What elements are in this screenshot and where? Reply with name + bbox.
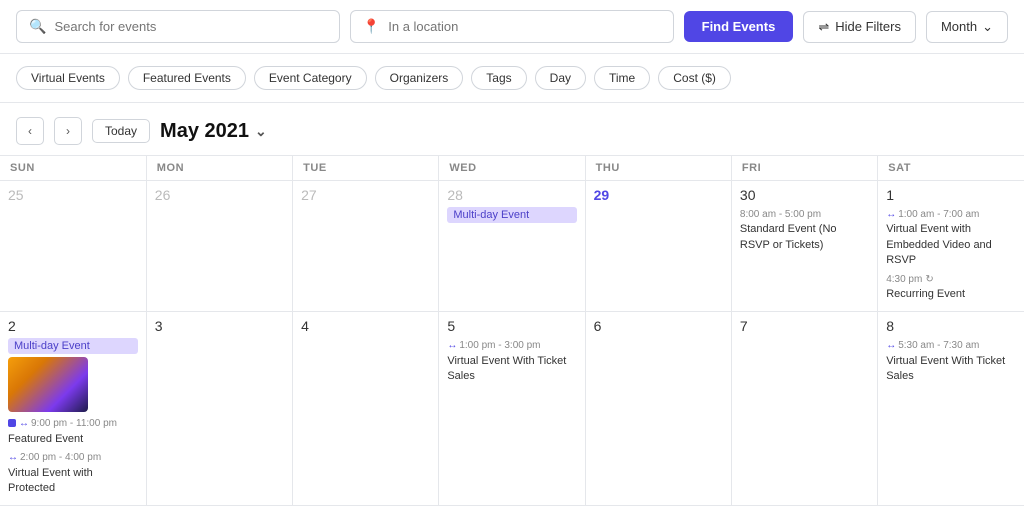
filter-tag-virtual-events[interactable]: Virtual Events xyxy=(16,66,120,90)
virtual-event[interactable]: ↔1:00 pm - 3:00 pmVirtual Event With Tic… xyxy=(447,338,576,384)
location-input[interactable] xyxy=(388,19,660,34)
calendar-cell[interactable]: 5 ↔1:00 pm - 3:00 pmVirtual Event With Ti… xyxy=(439,312,585,506)
filter-tag-organizers[interactable]: Organizers xyxy=(375,66,464,90)
day-number: 26 xyxy=(155,187,284,203)
day-header-sat: SAT xyxy=(878,156,1024,181)
day-number: 8 xyxy=(886,318,1016,334)
day-number: 30 xyxy=(740,187,869,203)
day-number: 27 xyxy=(301,187,430,203)
search-input[interactable] xyxy=(54,19,326,34)
filter-tag-day[interactable]: Day xyxy=(535,66,586,90)
calendar-cell[interactable]: 3 xyxy=(146,312,292,506)
location-icon: 📍 xyxy=(363,18,380,35)
search-box[interactable]: 🔍 xyxy=(16,10,340,43)
calendar-cell[interactable]: 1 ↔1:00 am - 7:00 amVirtual Event with Em… xyxy=(878,181,1024,312)
calendar-cell[interactable]: 8 ↔5:30 am - 7:30 amVirtual Event With Ti… xyxy=(878,312,1024,506)
calendar-week-1: 2 Multi-day Event ↔9:00 pm - 11:00 pmFeatu… xyxy=(0,312,1024,506)
month-title[interactable]: May 2021 ⌄ xyxy=(160,120,267,143)
day-number: 5 xyxy=(447,318,576,334)
search-icon: 🔍 xyxy=(29,18,46,35)
event-thumbnail xyxy=(8,357,88,412)
location-box[interactable]: 📍 xyxy=(350,10,674,43)
filter-tag-time[interactable]: Time xyxy=(594,66,650,90)
today-button[interactable]: Today xyxy=(92,119,150,143)
day-number: 7 xyxy=(740,318,869,334)
find-events-button[interactable]: Find Events xyxy=(684,11,794,42)
filter-tag-featured-events[interactable]: Featured Events xyxy=(128,66,246,90)
day-number: 28 xyxy=(447,187,576,203)
day-number: 1 xyxy=(886,187,1016,203)
calendar-cell[interactable]: 26 xyxy=(146,181,292,312)
calendar-cell[interactable]: 2 Multi-day Event ↔9:00 pm - 11:00 pmFeatu… xyxy=(0,312,146,506)
calendar-cell[interactable]: 27 xyxy=(293,181,439,312)
day-number: 3 xyxy=(155,318,284,334)
day-number: 2 xyxy=(8,318,138,334)
month-chevron-icon: ⌄ xyxy=(255,123,267,140)
filter-row: Virtual Events Featured Events Event Categ… xyxy=(0,54,1024,103)
recurring-event[interactable]: 4:30 pm ↻Recurring Event xyxy=(886,272,1016,303)
day-header-fri: FRI xyxy=(731,156,877,181)
virtual-event[interactable]: ↔2:00 pm - 4:00 pmVirtual Event with Pro… xyxy=(8,450,138,496)
calendar-week-0: 25 26 27 28 Multi-day Event 29 30 8:00 am - 5:0… xyxy=(0,181,1024,312)
calendar-cell[interactable]: 25 xyxy=(0,181,146,312)
calendar-cell[interactable]: 7 xyxy=(731,312,877,506)
day-header-wed: WED xyxy=(439,156,585,181)
chevron-down-icon: ⌄ xyxy=(982,19,993,35)
calendar-grid: SUNMONTUEWEDTHUFRISAT 25262728Multi-day … xyxy=(0,155,1024,506)
calendar-cell[interactable]: 4 xyxy=(293,312,439,506)
day-number: 29 xyxy=(594,187,723,203)
filter-icon: ⇌ xyxy=(818,19,829,35)
day-header-sun: SUN xyxy=(0,156,146,181)
calendar-cell[interactable]: 6 xyxy=(585,312,731,506)
calendar-cell[interactable]: 29 xyxy=(585,181,731,312)
day-header-thu: THU xyxy=(585,156,731,181)
standard-event[interactable]: 8:00 am - 5:00 pmStandard Event (No RSVP… xyxy=(740,207,869,253)
month-view-button[interactable]: Month ⌄ xyxy=(926,11,1008,43)
day-header-mon: MON xyxy=(146,156,292,181)
prev-month-button[interactable]: ‹ xyxy=(16,117,44,145)
featured-event[interactable]: ↔9:00 pm - 11:00 pmFeatured Event xyxy=(8,416,138,447)
multi-day-event[interactable]: Multi-day Event xyxy=(8,338,138,354)
calendar-cell[interactable]: 28 Multi-day Event xyxy=(439,181,585,312)
filter-tag-cost-($)[interactable]: Cost ($) xyxy=(658,66,731,90)
hide-filters-button[interactable]: ⇌ Hide Filters xyxy=(803,11,916,43)
day-number: 6 xyxy=(594,318,723,334)
next-month-button[interactable]: › xyxy=(54,117,82,145)
filter-tag-tags[interactable]: Tags xyxy=(471,66,526,90)
multi-day-event[interactable]: Multi-day Event xyxy=(447,207,576,223)
calendar-cell[interactable]: 30 8:00 am - 5:00 pmStandard Event (No RS… xyxy=(731,181,877,312)
virtual-event[interactable]: ↔1:00 am - 7:00 amVirtual Event with Emb… xyxy=(886,207,1016,269)
calendar-header: ‹ › Today May 2021 ⌄ xyxy=(0,103,1024,155)
day-header-tue: TUE xyxy=(293,156,439,181)
virtual-event[interactable]: ↔5:30 am - 7:30 amVirtual Event With Tic… xyxy=(886,338,1016,384)
filter-tag-event-category[interactable]: Event Category xyxy=(254,66,367,90)
day-number: 25 xyxy=(8,187,138,203)
day-number: 4 xyxy=(301,318,430,334)
